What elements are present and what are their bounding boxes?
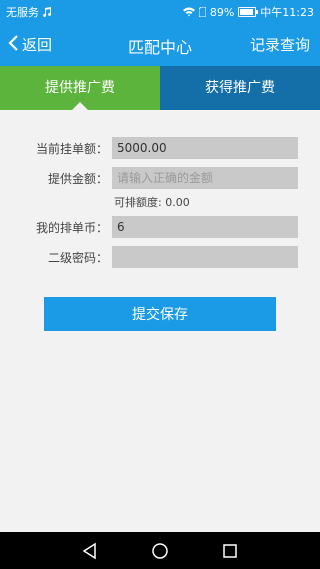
current-order-field[interactable] <box>112 137 298 159</box>
tab-provide-fee[interactable]: 提供推广费 <box>0 66 160 110</box>
system-nav-bar <box>0 532 320 569</box>
active-tab-indicator <box>72 102 88 110</box>
tab-receive-fee-label: 获得推广费 <box>205 80 275 96</box>
tab-bar: 提供推广费 获得推广费 <box>0 66 320 110</box>
status-left: 无服务 <box>6 4 52 20</box>
available-quota-hint: 可排额度: 0.00 <box>114 196 190 209</box>
status-right: 89% 中午11:23 <box>182 4 314 20</box>
provide-amount-row: 提供金额： <box>0 167 320 189</box>
app-header: 返回 匹配中心 记录查询 <box>0 22 320 66</box>
wifi-icon <box>182 7 195 17</box>
back-button[interactable]: 返回 <box>8 34 52 55</box>
status-bar: 无服务 89% 中午11:23 <box>0 0 320 22</box>
battery-percent: 89% <box>209 5 235 19</box>
back-label: 返回 <box>22 36 53 54</box>
current-order-row: 当前挂单额： <box>0 137 320 159</box>
sim-icon <box>198 7 206 17</box>
nav-recent-apps-icon[interactable] <box>220 541 240 561</box>
my-coins-label: 我的排单币： <box>35 221 108 235</box>
provide-amount-label: 提供金额： <box>47 172 108 186</box>
current-order-label: 当前挂单额： <box>35 142 108 156</box>
records-query-link[interactable]: 记录查询 <box>250 34 310 55</box>
battery-fill <box>240 9 253 15</box>
provide-amount-input[interactable] <box>112 167 298 189</box>
nav-home-icon[interactable] <box>150 541 170 561</box>
chevron-left-icon <box>8 34 20 55</box>
submit-save-button[interactable]: 提交保存 <box>44 297 276 331</box>
second-password-input[interactable] <box>112 246 298 268</box>
music-icon <box>42 7 52 17</box>
clock: 中午11:23 <box>260 6 314 19</box>
my-coins-field[interactable] <box>112 216 298 238</box>
carrier-text: 无服务 <box>6 6 39 19</box>
second-password-row: 二级密码： <box>0 246 320 268</box>
second-password-label: 二级密码： <box>47 251 108 265</box>
battery-icon <box>238 7 259 17</box>
nav-back-icon[interactable] <box>80 541 100 561</box>
tab-provide-fee-label: 提供推广费 <box>45 80 115 96</box>
tab-receive-fee[interactable]: 获得推广费 <box>160 66 320 110</box>
my-coins-row: 我的排单币： <box>0 216 320 238</box>
